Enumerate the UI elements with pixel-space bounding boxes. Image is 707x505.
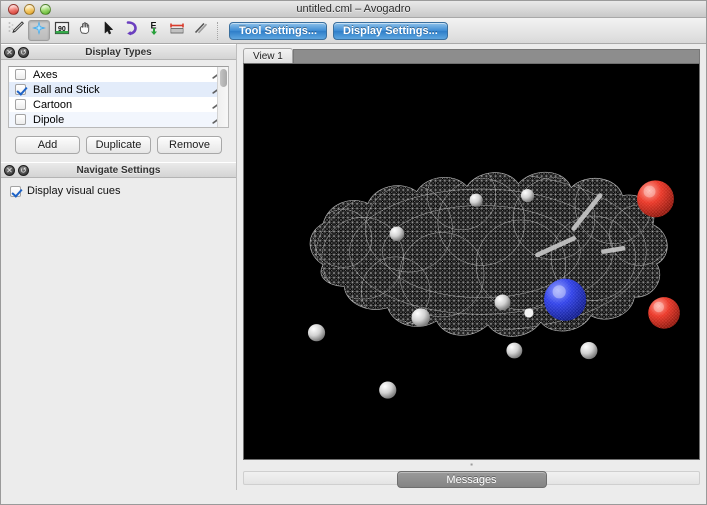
engine-label: Ball and Stick: [33, 84, 210, 96]
display-types-title: Display Types: [1, 47, 236, 58]
engine-label: Cartoon: [33, 99, 210, 111]
navigate-settings-header: ✕ ↺ Navigate Settings: [1, 162, 236, 178]
add-button[interactable]: Add: [15, 136, 80, 154]
engine-checkbox-cartoon[interactable]: [15, 99, 26, 110]
display-settings-button[interactable]: Display Settings...: [333, 22, 448, 40]
align-ruler-icon: [168, 20, 186, 41]
measure-angle-icon: 90: [53, 20, 71, 41]
energy-e-icon: E: [145, 20, 163, 41]
tab-view-1[interactable]: View 1: [243, 48, 293, 63]
zoom-button[interactable]: [40, 4, 51, 15]
vertical-splitter[interactable]: ▪: [243, 460, 700, 469]
main-toolbar: 90: [1, 18, 706, 44]
main-body: ✕ ↺ Display Types Axes: [1, 44, 706, 490]
molecule-render: [244, 64, 699, 459]
measure-tool-button[interactable]: 90: [51, 20, 73, 41]
auto-optimize-tool-button[interactable]: E: [143, 20, 165, 41]
draw-tool-button[interactable]: [5, 20, 27, 41]
left-pane-filler: [1, 197, 236, 490]
hand-icon: [76, 20, 94, 41]
view-tab-strip: View 1: [243, 44, 700, 63]
engine-label: Dipole: [33, 114, 210, 126]
rotate-arc-icon: [122, 20, 140, 41]
navigate-star-icon: [30, 20, 48, 41]
select-tool-button[interactable]: [97, 20, 119, 41]
window-title: untitled.cml – Avogadro: [1, 3, 706, 15]
display-types-scrollbar[interactable]: [217, 67, 228, 127]
display-types-float-icon[interactable]: ↺: [18, 47, 29, 58]
arrow-cursor-icon: [99, 20, 117, 41]
navigate-settings-float-icon[interactable]: ↺: [18, 165, 29, 176]
align-tool-button[interactable]: [166, 20, 188, 41]
duplicate-button[interactable]: Duplicate: [86, 136, 151, 154]
navigate-settings-body: Display visual cues: [1, 178, 236, 197]
engine-checkbox-dipole[interactable]: [15, 114, 26, 125]
display-types-body: Axes Ball and Stick: [1, 60, 236, 162]
navigate-settings-close-icon[interactable]: ✕: [4, 165, 15, 176]
display-types-list[interactable]: Axes Ball and Stick: [8, 66, 229, 128]
avogadro-window: untitled.cml – Avogadro: [0, 0, 707, 505]
display-visual-cues-row[interactable]: Display visual cues: [10, 185, 236, 197]
engine-checkbox-axes[interactable]: [15, 69, 26, 80]
navigate-settings-header-buttons: ✕ ↺: [4, 165, 29, 176]
molecule-viewport[interactable]: [243, 63, 700, 460]
list-item[interactable]: Dipole: [9, 112, 228, 127]
list-item[interactable]: Axes: [9, 67, 228, 82]
display-visual-cues-checkbox[interactable]: [10, 186, 21, 197]
window-footer: [1, 490, 706, 504]
display-types-header: ✕ ↺ Display Types: [1, 44, 236, 60]
minimize-button[interactable]: [24, 4, 35, 15]
messages-bar: Messages: [243, 469, 700, 490]
bond-centric-tool-button[interactable]: [189, 20, 211, 41]
pencil-icon: [7, 20, 25, 41]
navigate-settings-title: Navigate Settings: [1, 165, 236, 176]
engine-checkbox-ball-and-stick[interactable]: [15, 84, 26, 95]
left-dock-pane: ✕ ↺ Display Types Axes: [1, 44, 237, 490]
bond-rotate-tool-button[interactable]: [120, 20, 142, 41]
navigate-tool-button[interactable]: [28, 20, 50, 41]
splitter-grip-icon: ▪: [470, 461, 473, 469]
list-item[interactable]: Cartoon: [9, 97, 228, 112]
messages-tab[interactable]: Messages: [397, 471, 547, 488]
tool-settings-button[interactable]: Tool Settings...: [229, 22, 327, 40]
manipulate-tool-button[interactable]: [74, 20, 96, 41]
remove-button[interactable]: Remove: [157, 136, 222, 154]
title-bar: untitled.cml – Avogadro: [1, 1, 706, 18]
display-visual-cues-label: Display visual cues: [27, 185, 121, 197]
bond-lines-icon: [191, 20, 209, 41]
engine-label: Axes: [33, 69, 210, 81]
list-item[interactable]: Ball and Stick: [9, 82, 228, 97]
tab-strip-filler: [293, 49, 700, 63]
display-types-buttons: Add Duplicate Remove: [8, 128, 229, 162]
scrollbar-thumb[interactable]: [220, 69, 227, 87]
view-pane: View 1: [237, 44, 706, 490]
vdw-mesh-surface: [297, 159, 679, 350]
display-types-header-buttons: ✕ ↺: [4, 47, 29, 58]
toolbar-separator: [217, 22, 218, 40]
close-button[interactable]: [8, 4, 19, 15]
display-types-close-icon[interactable]: ✕: [4, 47, 15, 58]
window-controls: [8, 4, 51, 15]
